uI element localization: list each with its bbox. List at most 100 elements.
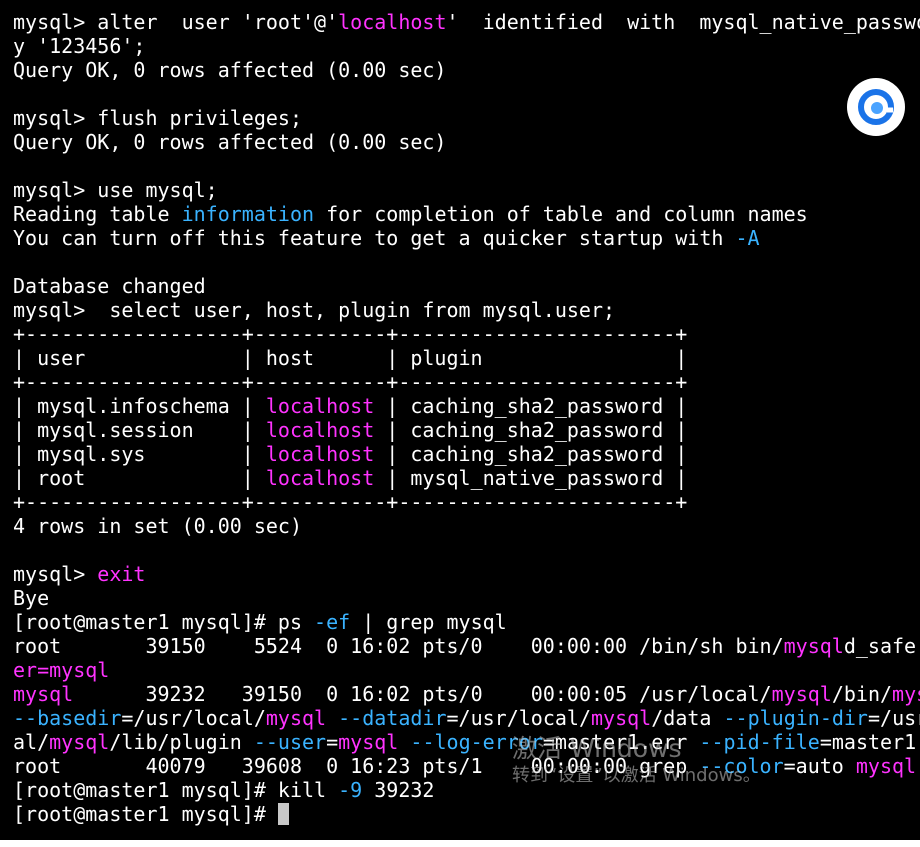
terminal-text-segment: mysql (591, 706, 652, 730)
terminal-text-segment: localhost (338, 10, 447, 34)
terminal-text-segment: =/usr/local/ (446, 706, 592, 730)
terminal-text-segment: mysql> (13, 562, 98, 586)
terminal-text-segment: ' identified with mysql_native_passwo (446, 10, 920, 34)
terminal-text-segment: localhost (265, 394, 375, 418)
terminal-text-segment: | user | host | plugin | (13, 346, 688, 370)
terminal-text-segment: Database changed (13, 274, 206, 298)
terminal-text-segment: mysql (783, 634, 844, 658)
terminal-text-segment: | grep mysql (350, 610, 507, 634)
terminal-text-segment: | mysql_native_password | (374, 466, 688, 490)
terminal-text-segment: Bye (13, 586, 50, 610)
terminal-text-segment: +------------------+-----------+--------… (13, 490, 688, 514)
terminal-text-segment: | mysql.sys | (13, 442, 266, 466)
terminal-text-segment: mysql (338, 730, 399, 754)
terminal-line: Query OK, 0 rows affected (0.00 sec) (13, 130, 920, 154)
terminal-text-segment: | root | (13, 466, 266, 490)
terminal-line: Reading table information for completion… (13, 202, 920, 226)
terminal-line: +------------------+-----------+--------… (13, 490, 920, 514)
terminal-line: | mysql.session | localhost | caching_sh… (13, 418, 920, 442)
terminal-text-segment: mysql (855, 754, 917, 778)
terminal-text-segment: al/ (13, 730, 50, 754)
terminal-text-segment: mysql (265, 706, 327, 730)
terminal-line: [root@master1 mysql]# kill -9 39232 (13, 778, 920, 802)
terminal-line: | mysql.infoschema | localhost | caching… (13, 394, 920, 418)
terminal-window[interactable]: mysql> alter user 'root'@'localhost' ide… (0, 0, 920, 840)
terminal-line: Bye (13, 586, 920, 610)
terminal-text-segment: d_safe (843, 634, 917, 658)
terminal-text-segment: 4 rows in set (0.00 sec) (13, 514, 302, 538)
terminal-line: 4 rows in set (0.00 sec) (13, 514, 920, 538)
terminal-line: +------------------+-----------+--------… (13, 370, 920, 394)
terminal-text-segment: =/usr (867, 706, 920, 730)
terminal-line: You can turn off this feature to get a q… (13, 226, 920, 250)
terminal-text-segment: =auto (783, 754, 856, 778)
terminal-line: [root@master1 mysql]# (13, 802, 920, 826)
terminal-text-segment: =master1.err (542, 730, 700, 754)
terminal-text-segment: exit (97, 562, 146, 586)
terminal-text-segment: --basedir (13, 706, 122, 730)
terminal-line: | user | host | plugin | (13, 346, 920, 370)
terminal-text-segment: mysql> flush privileges; (13, 106, 302, 130)
terminal-text-segment: --log-error (410, 730, 543, 754)
floating-browser-button[interactable] (847, 78, 905, 136)
terminal-line: er=mysql (13, 658, 920, 682)
terminal-text-segment: [root@master1 mysql]# ps (13, 610, 315, 634)
terminal-text-segment: y '123456'; (13, 34, 146, 58)
terminal-text-segment: /data (651, 706, 724, 730)
terminal-text-segment: -A (735, 226, 760, 250)
terminal-line: mysql> select user, host, plugin from my… (13, 298, 920, 322)
terminal-text-segment: localhost (265, 466, 375, 490)
terminal-text-segment: mysql> select user, host, plugin from my… (13, 298, 616, 322)
terminal-text-segment: --pid-file (699, 730, 820, 754)
terminal-text-segment: +------------------+-----------+--------… (13, 370, 688, 394)
terminal-text-segment: root 39150 5524 0 16:02 pts/0 00:00:00 /… (13, 634, 784, 658)
terminal-text-segment: mysql (49, 730, 110, 754)
terminal-line: +------------------+-----------+--------… (13, 322, 920, 346)
terminal-text-segment: --plugin-dir (723, 706, 868, 730)
terminal-text-segment: =master1. (819, 730, 920, 754)
terminal-line: mysql> flush privileges; (13, 106, 920, 130)
terminal-line: Database changed (13, 274, 920, 298)
terminal-output[interactable]: mysql> alter user 'root'@'localhost' ide… (13, 10, 920, 826)
terminal-text-segment: er= (13, 658, 50, 682)
terminal-text-segment: Query OK, 0 rows affected (0.00 sec) (13, 130, 447, 154)
terminal-text-segment: mys (892, 682, 920, 706)
terminal-text-segment: mysql (13, 682, 74, 706)
terminal-text-segment: | mysql.session | (13, 418, 266, 442)
terminal-text-segment: -9 (338, 778, 363, 802)
terminal-line: mysql> use mysql; (13, 178, 920, 202)
terminal-text-segment: -ef (314, 610, 351, 634)
terminal-line: y '123456'; (13, 34, 920, 58)
bottom-frame-edge (0, 840, 920, 847)
terminal-line: root 39150 5524 0 16:02 pts/0 00:00:00 /… (13, 634, 920, 658)
terminal-text-segment: localhost (265, 442, 375, 466)
terminal-text-segment: = (326, 730, 339, 754)
terminal-text-segment: /bin/ (831, 682, 893, 706)
terminal-text-segment: +------------------+-----------+--------… (13, 322, 688, 346)
terminal-text-segment: You can turn off this feature to get a q… (13, 226, 736, 250)
terminal-text-segment: | mysql.infoschema | (13, 394, 266, 418)
terminal-text-segment: mysql> alter user 'root'@' (13, 10, 339, 34)
terminal-text-segment: | caching_sha2_password | (374, 442, 688, 466)
terminal-text-segment: | caching_sha2_password | (374, 394, 688, 418)
terminal-text-segment: mysql (49, 658, 110, 682)
terminal-text-segment: | caching_sha2_password | (374, 418, 688, 442)
terminal-text-segment: [root@master1 mysql]# (13, 802, 278, 826)
terminal-line: mysql> exit (13, 562, 920, 586)
terminal-text-segment: 39232 39150 0 16:02 pts/0 00:00:05 /usr/… (73, 682, 772, 706)
terminal-line: | root | localhost | mysql_native_passwo… (13, 466, 920, 490)
terminal-text-segment: --user (253, 730, 327, 754)
terminal-line: --basedir=/usr/local/mysql --datadir=/us… (13, 706, 920, 730)
browser-e-icon (858, 89, 894, 125)
terminal-text-segment: =/usr/local/ (121, 706, 266, 730)
terminal-text-segment: 39232 (362, 778, 435, 802)
terminal-text-segment: --datadir (338, 706, 447, 730)
terminal-text-segment: --color (699, 754, 784, 778)
terminal-text-segment: root 40079 39608 0 16:23 pts/1 00:00:00 … (13, 754, 700, 778)
terminal-line: mysql 39232 39150 0 16:02 pts/0 00:00:05… (13, 682, 920, 706)
terminal-text-segment: [root@master1 mysql]# kill (13, 778, 339, 802)
